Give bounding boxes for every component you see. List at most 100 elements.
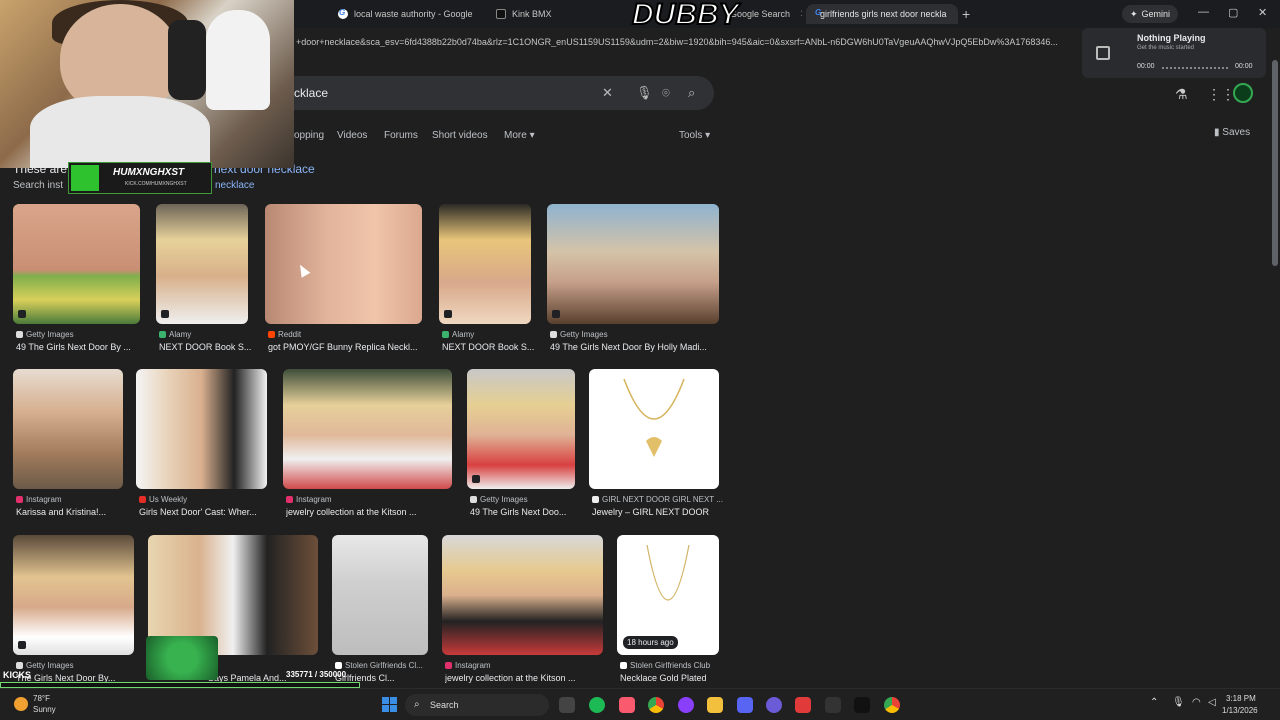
result-caption[interactable]: jewelry collection at the Kitson ... — [445, 673, 606, 683]
tools-button[interactable]: Tools ▾ — [679, 130, 710, 141]
filter-more[interactable]: More ▾ — [504, 130, 535, 141]
folder-icon[interactable] — [707, 697, 723, 713]
spotify-icon[interactable] — [589, 697, 605, 713]
chrome-icon[interactable] — [884, 697, 900, 713]
result-caption[interactable]: NEXT DOOR Book S... — [442, 342, 534, 352]
result-thumbnail[interactable] — [265, 204, 422, 324]
result-thumbnail[interactable] — [13, 535, 134, 655]
result-caption[interactable]: 49 The Girls Next Door By ... — [16, 342, 143, 352]
result-source[interactable]: Stolen Girlfriends Cl... — [335, 661, 423, 670]
result-source[interactable]: Getty Images — [470, 495, 528, 504]
clear-icon[interactable]: ✕ — [602, 85, 613, 101]
result-caption[interactable]: Necklace Gold Plated — [620, 673, 722, 683]
search-instead-link[interactable]: necklace — [215, 180, 254, 191]
result-caption[interactable]: 49 The Girls Next Doo... — [470, 507, 578, 517]
result-source[interactable]: Reddit — [268, 330, 301, 339]
instagram-icon — [286, 496, 293, 503]
bookmark-icon: ▮ — [1214, 127, 1220, 138]
app-purple-icon[interactable] — [678, 697, 694, 713]
new-tab-button[interactable]: + — [962, 6, 970, 22]
result-source[interactable]: GIRL NEXT DOOR GIRL NEXT ... — [592, 495, 723, 504]
obs-icon[interactable] — [766, 697, 782, 713]
apps-grid-icon[interactable]: ⋮⋮ — [1207, 86, 1235, 103]
filter-shopping[interactable]: opping — [294, 130, 324, 141]
scrollbar[interactable] — [1272, 60, 1278, 266]
music-icon[interactable] — [1096, 46, 1110, 60]
weather-condition[interactable]: Sunny — [33, 705, 56, 714]
result-source[interactable]: Getty Images — [16, 661, 74, 670]
result-thumbnail[interactable] — [332, 535, 428, 655]
result-caption[interactable]: Jewelry – GIRL NEXT DOOR — [592, 507, 722, 517]
result-source[interactable]: Alamy — [442, 330, 474, 339]
search-query[interactable]: cklace — [294, 86, 328, 100]
url-text[interactable]: +door+necklace&sca_esv=6fd4388b22b0d74ba… — [296, 37, 1076, 47]
result-source[interactable]: Stolen Girlfriends Club — [620, 661, 710, 670]
file-icon[interactable] — [559, 697, 575, 713]
volume-icon[interactable]: ◁ — [1208, 697, 1216, 708]
result-source[interactable]: Us Weekly — [139, 495, 187, 504]
filter-videos[interactable]: Videos — [337, 130, 367, 141]
result-thumbnail[interactable]: 18 hours ago — [617, 535, 719, 655]
media-time-end: 00:00 — [1235, 63, 1253, 70]
search-input[interactable]: cklace ✕ 🎙 ⌾ ⌕ — [276, 76, 714, 110]
terminal-icon[interactable] — [854, 697, 870, 713]
mic-icon[interactable]: 🎙 — [636, 85, 653, 101]
result-thumbnail[interactable] — [442, 535, 603, 655]
result-source[interactable]: Instagram — [286, 495, 332, 504]
avatar[interactable] — [1233, 83, 1253, 103]
discord-icon[interactable] — [737, 697, 753, 713]
chevron-up-icon[interactable]: ⌃ — [1150, 697, 1158, 708]
tab-waste[interactable]: local waste authority - Google — [330, 4, 482, 24]
wifi-icon[interactable]: ◠ — [1192, 697, 1201, 708]
tab-girlfriends[interactable]: girlfriends girls next door neckla ✕ — [806, 4, 958, 24]
media-progress[interactable] — [1162, 67, 1230, 69]
result-thumbnail[interactable] — [467, 369, 575, 489]
result-thumbnail[interactable] — [13, 204, 140, 324]
result-thumbnail[interactable] — [283, 369, 452, 489]
result-thumbnail[interactable] — [13, 369, 123, 489]
weather-temp[interactable]: 78°F — [33, 694, 50, 703]
app-red-icon[interactable] — [795, 697, 811, 713]
result-source[interactable]: Instagram — [16, 495, 62, 504]
result-source[interactable]: Getty Images — [16, 330, 74, 339]
result-source[interactable]: Instagram — [445, 661, 491, 670]
result-thumbnail[interactable] — [156, 204, 248, 324]
result-source[interactable]: Alamy — [159, 330, 191, 339]
filter-forums[interactable]: Forums — [384, 130, 418, 141]
close-window-icon[interactable]: ✕ — [1258, 6, 1267, 19]
search-icon[interactable]: ⌕ — [688, 85, 695, 101]
tab-kink[interactable]: Kink BMX — [488, 4, 618, 24]
media-widget: Nothing Playing Get the music started 00… — [1082, 28, 1266, 78]
stolen-girlfriends-icon — [620, 662, 627, 669]
result-caption[interactable]: Karissa and Kristina!... — [16, 507, 126, 517]
filter-short-videos[interactable]: Short videos — [432, 130, 488, 141]
result-caption[interactable]: jewelry collection at the Kitson ... — [286, 507, 455, 517]
result-caption[interactable]: got PMOY/GF Bunny Replica Neckl... — [268, 342, 425, 352]
windows-start-icon[interactable] — [382, 697, 397, 712]
clock-date[interactable]: 1/13/2026 — [1222, 706, 1258, 715]
result-caption[interactable]: 49 The Girls Next Door By Holly Madi... — [550, 342, 722, 352]
taskbar-search[interactable]: ⌕ Search — [405, 694, 549, 716]
lens-icon[interactable]: ⌾ — [662, 85, 670, 101]
maximize-icon[interactable]: ▢ — [1228, 6, 1238, 19]
close-icon[interactable]: ✕ — [800, 9, 802, 20]
gemini-button[interactable]: ✦ Gemini — [1122, 5, 1179, 23]
clock-time[interactable]: 3:18 PM — [1226, 694, 1256, 703]
result-thumbnail[interactable] — [547, 204, 719, 324]
music-app-icon[interactable] — [619, 697, 635, 713]
minimize-icon[interactable]: — — [1198, 6, 1209, 18]
saves-button[interactable]: ▮ Saves — [1214, 127, 1250, 138]
result-caption[interactable]: Girls Next Door' Cast: Wher... — [139, 507, 270, 517]
labs-icon[interactable]: ⚗ — [1175, 86, 1188, 103]
close-icon[interactable]: ✕ — [957, 9, 958, 20]
result-source[interactable]: Getty Images — [550, 330, 608, 339]
alamy-icon — [159, 331, 166, 338]
result-thumbnail[interactable] — [136, 369, 267, 489]
result-caption[interactable]: NEXT DOOR Book S... — [159, 342, 251, 352]
result-thumbnail[interactable] — [589, 369, 719, 489]
result-thumbnail[interactable] — [439, 204, 531, 324]
steam-icon[interactable] — [825, 697, 841, 713]
chrome-icon[interactable] — [648, 697, 664, 713]
more-label: More — [504, 130, 527, 141]
mic-icon[interactable]: 🎙 — [1172, 697, 1185, 708]
